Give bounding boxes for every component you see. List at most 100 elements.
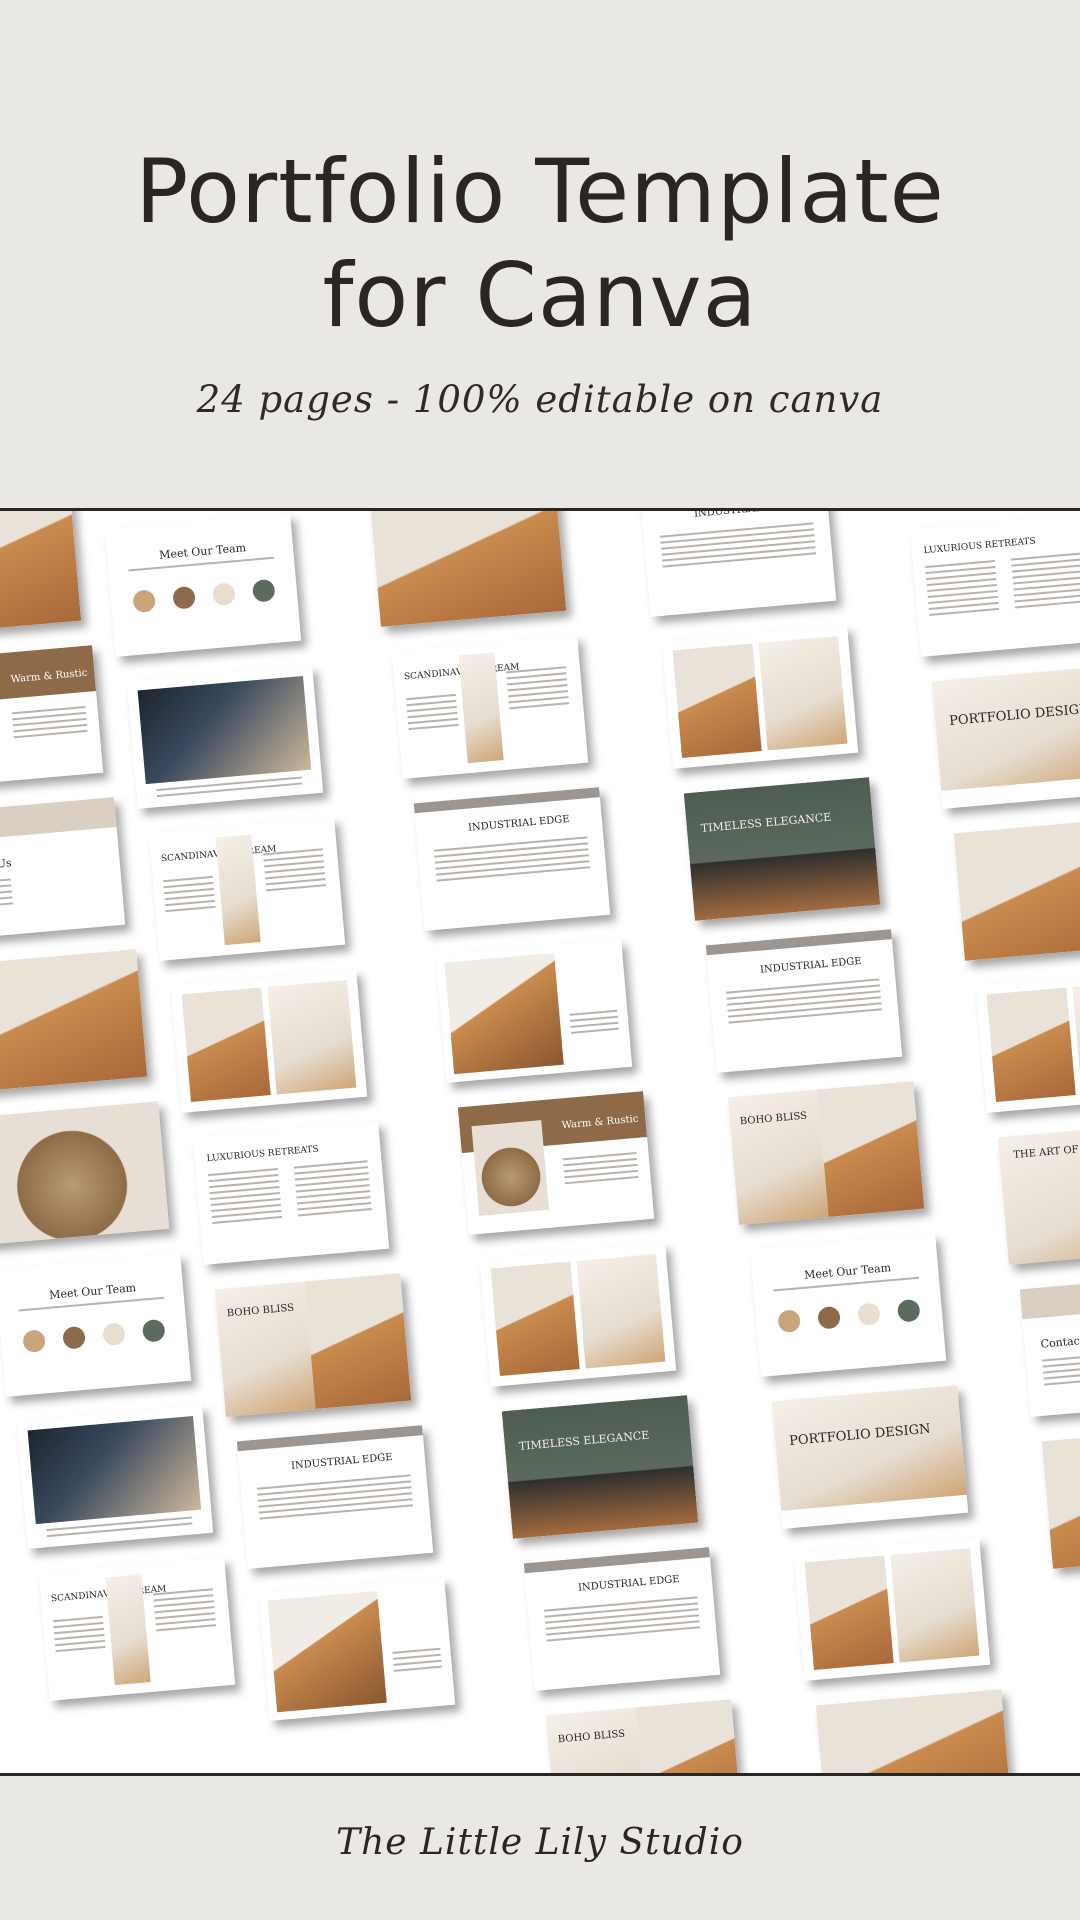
- team-avatar: [856, 1302, 881, 1327]
- page-photo: [0, 511, 82, 637]
- page-photo: [181, 987, 271, 1103]
- template-page-3-6: [479, 1243, 677, 1387]
- team-avatar: [211, 582, 236, 607]
- page-photo: [1019, 1273, 1080, 1320]
- template-page-2-4: [170, 969, 368, 1113]
- page-photo: [27, 1415, 202, 1525]
- page-photo: [1041, 1425, 1080, 1569]
- template-page-2-7: INDUSTRIAL EDGE: [236, 1425, 434, 1569]
- page-heading: LUXURIOUS RETREATS: [923, 536, 1037, 557]
- page-heading: INDUSTRIAL EDGE: [467, 813, 571, 834]
- template-page-4-9: [815, 1689, 1013, 1773]
- template-page-2-1: Meet Our Team: [104, 513, 302, 657]
- template-page-5-5: THE ART OF B: [997, 1121, 1080, 1265]
- template-preview-collage: Warm & Rustic Contact Us Meet Our Team SCAN…: [0, 508, 1080, 1776]
- template-page-1-5: [0, 1101, 170, 1245]
- page-photo: [576, 1253, 666, 1369]
- page-photo: [771, 1385, 967, 1511]
- template-page-3-2: SCANDINAVIAN DREAM: [391, 635, 589, 779]
- template-page-4-1: INDUSTRIAL EDGE: [639, 511, 837, 617]
- team-avatar: [22, 1329, 47, 1354]
- template-page-4-8: [793, 1537, 991, 1681]
- template-page-4-6: Meet Our Team: [749, 1233, 947, 1377]
- page-photo: [267, 1591, 387, 1713]
- page-photo: [635, 1699, 743, 1773]
- page-photo: [815, 1689, 1013, 1773]
- page-photo: [817, 1081, 925, 1218]
- page-photo: [683, 777, 881, 921]
- page-photo: [953, 817, 1080, 961]
- template-page-2-8: [258, 1577, 456, 1721]
- page-photo: [804, 1555, 894, 1671]
- template-page-1-2: Warm & Rustic: [0, 645, 104, 789]
- page-heading: Meet Our Team: [158, 541, 247, 562]
- page-photo: [490, 1261, 580, 1377]
- title-line-1: Portfolio Template: [135, 140, 945, 243]
- header: Portfolio Template for Canva 24 pages - …: [0, 0, 1080, 508]
- page-photo: [758, 635, 848, 751]
- page-photo: [890, 1547, 980, 1663]
- page-subtitle: 24 pages - 100% editable on canva: [196, 378, 884, 421]
- page-photo: [501, 1395, 699, 1539]
- template-page-3-7: TIMELESS ELEGANCE: [501, 1395, 699, 1539]
- template-page-2-3: SCANDINAVIAN DREAM: [148, 817, 346, 961]
- page-photo: [986, 987, 1076, 1103]
- template-page-1-4: [0, 949, 148, 1093]
- page-heading: Meet Our Team: [48, 1281, 137, 1302]
- team-avatar: [172, 585, 196, 610]
- template-page-4-4: INDUSTRIAL EDGE: [705, 929, 903, 1073]
- template-page-2-2: [126, 665, 324, 809]
- page-title: Portfolio Template for Canva: [0, 140, 1080, 348]
- page-photo: [304, 1273, 412, 1410]
- page-heading: LUXURIOUS RETREATS: [206, 1144, 320, 1165]
- template-page-4-2: [661, 625, 859, 769]
- page-heading: Contact Us: [0, 856, 13, 874]
- page-heading: INDUSTRIAL EDGE: [577, 1573, 681, 1594]
- team-avatar: [817, 1305, 841, 1330]
- template-page-3-8: INDUSTRIAL EDGE: [523, 1547, 721, 1691]
- template-page-2-5: LUXURIOUS RETREATS: [192, 1121, 390, 1265]
- template-page-5-2: PORTFOLIO DESIGN: [931, 665, 1080, 809]
- page-photo: [0, 797, 117, 844]
- page-photo: [471, 1120, 550, 1216]
- team-avatar: [101, 1322, 126, 1347]
- page-photo: [727, 1089, 829, 1225]
- template-page-3-4: [435, 939, 633, 1083]
- page-photo: [137, 675, 312, 785]
- team-avatar: [251, 578, 276, 603]
- page-heading: Contact Us: [1040, 1332, 1080, 1351]
- template-page-5-3: [953, 817, 1080, 961]
- template-page-3-5: Warm & Rustic: [457, 1091, 655, 1235]
- team-avatar: [896, 1298, 921, 1323]
- page-heading: INDUSTRIAL EDGE: [759, 955, 863, 976]
- team-avatar: [141, 1318, 166, 1343]
- team-avatar: [777, 1309, 802, 1334]
- team-avatar: [132, 589, 157, 614]
- template-page-1-1: [0, 511, 82, 637]
- template-page-5-6: Contact Us: [1019, 1273, 1080, 1417]
- template-page-1-3: Contact Us: [0, 797, 126, 941]
- page-photo: [444, 953, 564, 1075]
- page-photo: [369, 511, 567, 627]
- title-line-2: for Canva: [322, 244, 758, 347]
- template-page-5-4: [975, 969, 1080, 1113]
- template-page-1-6: Meet Our Team: [0, 1253, 192, 1397]
- page-photo: [0, 949, 148, 1093]
- page-heading: INDUSTRIAL EDGE: [290, 1451, 394, 1472]
- page-photo: [997, 1121, 1080, 1265]
- template-page-1-8: SCANDINAVIAN DREAM: [38, 1557, 236, 1701]
- template-page-5-7: [1041, 1425, 1080, 1569]
- template-page-2-6: BOHO BLISS: [214, 1273, 412, 1417]
- template-page-1-7: [16, 1405, 214, 1549]
- brand-name: The Little Lily Studio: [336, 1822, 744, 1863]
- template-page-4-7: PORTFOLIO DESIGN: [771, 1385, 969, 1529]
- template-page-3-1: [369, 511, 567, 627]
- page-photo: [672, 643, 762, 759]
- page-heading: Meet Our Team: [803, 1261, 892, 1282]
- template-page-4-5: BOHO BLISS: [727, 1081, 925, 1225]
- template-page-4-3: TIMELESS ELEGANCE: [683, 777, 881, 921]
- page-photo: [214, 1281, 316, 1417]
- team-avatar: [62, 1325, 86, 1350]
- page-photo: [267, 979, 357, 1095]
- template-page-5-1: LUXURIOUS RETREATS: [909, 513, 1080, 657]
